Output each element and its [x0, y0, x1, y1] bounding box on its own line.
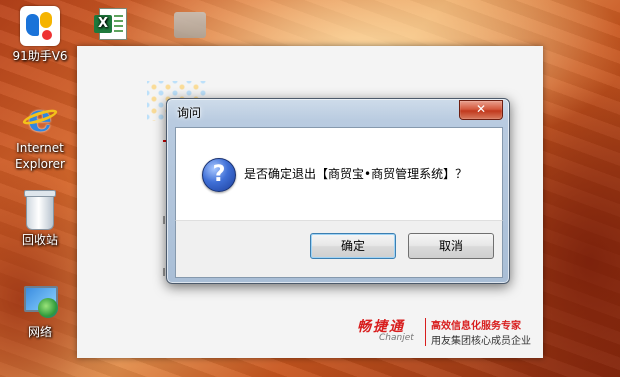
cancel-button[interactable]: 取消	[408, 233, 494, 259]
brand-tagline: 用友集团核心成员企业	[431, 336, 531, 347]
91-assistant-icon	[20, 6, 60, 46]
network-icon	[20, 282, 60, 322]
close-icon: ✕	[475, 102, 487, 116]
desktop-icon-internet-explorer[interactable]: e Internet Explorer	[2, 98, 78, 172]
dialog-footer: 确定 取消	[175, 220, 503, 278]
desktop-icon-91-assistant[interactable]: 91助手V6	[2, 6, 78, 64]
brand-divider	[425, 318, 426, 346]
decorative-mark	[163, 268, 165, 276]
decorative-mark	[163, 216, 165, 224]
desktop-icon-network[interactable]: 网络	[2, 282, 78, 340]
desktop-icon-recycle-bin[interactable]: 回收站	[2, 190, 78, 248]
desktop-icon-excel[interactable]: X	[83, 8, 143, 42]
desktop: 91助手V6 e Internet Explorer 回收站 网络 X 畅捷通	[0, 0, 620, 377]
excel-file-icon: X	[94, 8, 127, 40]
desktop-icon-label: 回收站	[21, 233, 58, 247]
internet-explorer-icon: e	[20, 98, 60, 138]
desktop-icon-label: 网络	[27, 325, 52, 339]
desktop-icon-label: 91助手V6	[12, 49, 68, 63]
close-button[interactable]: ✕	[459, 100, 503, 120]
desktop-icon-folder[interactable]	[160, 12, 220, 40]
ok-button[interactable]: 确定	[310, 233, 396, 259]
folder-icon	[174, 12, 206, 38]
desktop-icon-label-line1: Internet	[16, 141, 64, 155]
chanjet-brand: 畅捷通 Chanjet 高效信息化服务专家 用友集团核心成员企业	[357, 316, 537, 348]
dialog-title: 询问	[177, 106, 202, 120]
confirm-exit-dialog: 询问 ✕ ? 是否确定退出【商贸宝•商贸管理系统】？ 确定 取消	[166, 98, 510, 284]
brand-slogan: 高效信息化服务专家	[431, 321, 521, 332]
question-icon: ?	[202, 158, 236, 192]
brand-logo-en: Chanjet	[379, 333, 414, 343]
desktop-icon-label-line2: Explorer	[15, 157, 65, 171]
dialog-titlebar[interactable]: 询问 ✕	[167, 99, 509, 127]
dialog-body: ? 是否确定退出【商贸宝•商贸管理系统】？	[175, 127, 503, 221]
dialog-message: 是否确定退出【商贸宝•商贸管理系统】？	[244, 167, 468, 181]
recycle-bin-icon	[24, 190, 56, 230]
